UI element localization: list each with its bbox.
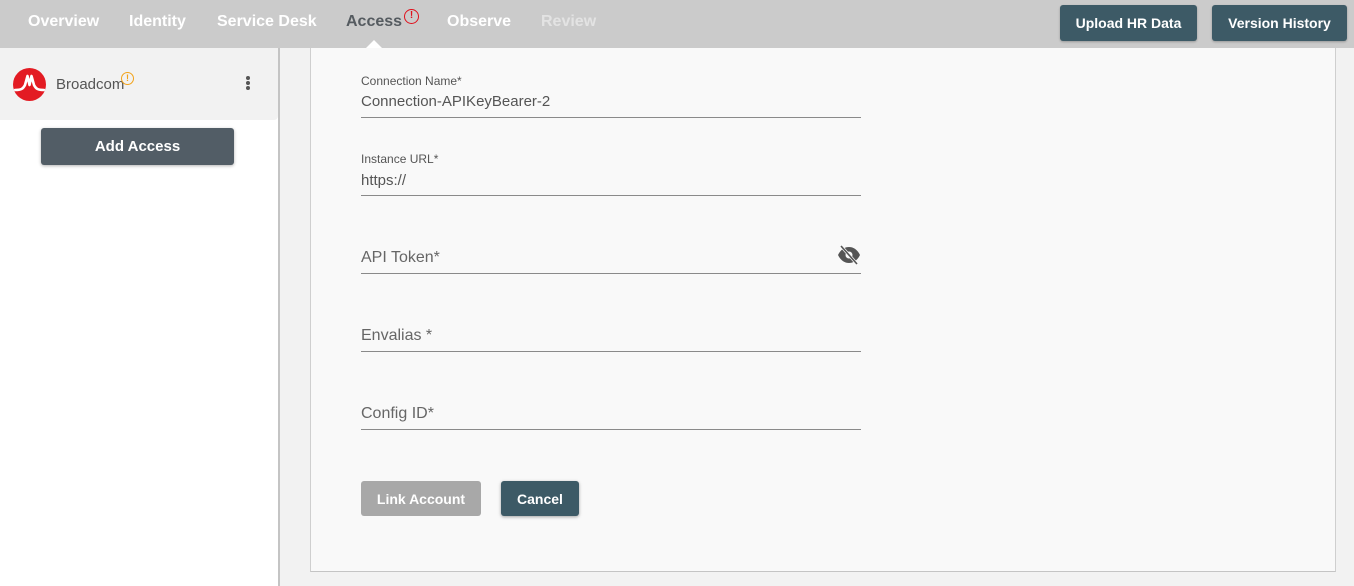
warning-icon: ! — [121, 72, 134, 85]
active-tab-indicator — [366, 40, 383, 48]
upload-hr-data-button[interactable]: Upload HR Data — [1060, 5, 1197, 41]
api-token-field[interactable]: API Token* — [361, 226, 861, 274]
envalias-field[interactable]: Envalias * — [361, 304, 861, 352]
sidebar-item-broadcom[interactable]: Broadcom ! — [0, 48, 278, 120]
config-id-input[interactable]: Config ID* — [361, 405, 434, 423]
top-nav-bar: Overview Identity Service Desk Access ! … — [0, 0, 1354, 48]
broadcom-logo-icon — [13, 68, 46, 101]
connection-name-field[interactable]: Connection Name* Connection-APIKeyBearer… — [361, 70, 861, 118]
alert-icon: ! — [404, 9, 420, 24]
org-name: Broadcom — [56, 76, 125, 93]
tab-access-label: Access — [346, 13, 403, 30]
instance-url-label: Instance URL* — [361, 152, 439, 166]
config-id-field[interactable]: Config ID* — [361, 382, 861, 430]
add-access-button[interactable]: Add Access — [41, 128, 234, 165]
instance-url-field[interactable]: Instance URL* https:// — [361, 148, 861, 196]
connection-name-input[interactable]: Connection-APIKeyBearer-2 — [361, 93, 550, 110]
sidebar: Broadcom ! Add Access — [0, 48, 278, 586]
sidebar-divider — [278, 48, 280, 586]
version-history-button[interactable]: Version History — [1212, 5, 1347, 41]
visibility-off-icon[interactable] — [837, 245, 861, 265]
tab-service-desk[interactable]: Service Desk — [217, 13, 317, 31]
instance-url-input[interactable]: https:// — [361, 172, 406, 189]
tab-identity[interactable]: Identity — [129, 13, 186, 31]
link-account-button: Link Account — [361, 481, 481, 516]
envalias-input[interactable]: Envalias * — [361, 327, 432, 345]
api-token-input[interactable]: API Token* — [361, 249, 440, 267]
more-options-icon[interactable] — [240, 76, 256, 94]
tab-overview[interactable]: Overview — [28, 13, 99, 31]
tab-access[interactable]: Access ! — [346, 9, 420, 31]
tab-review: Review — [541, 13, 597, 30]
connection-form-panel: Connection Name* Connection-APIKeyBearer… — [310, 48, 1336, 572]
tab-observe[interactable]: Observe — [447, 13, 511, 31]
cancel-button[interactable]: Cancel — [501, 481, 579, 516]
connection-name-label: Connection Name* — [361, 74, 462, 88]
